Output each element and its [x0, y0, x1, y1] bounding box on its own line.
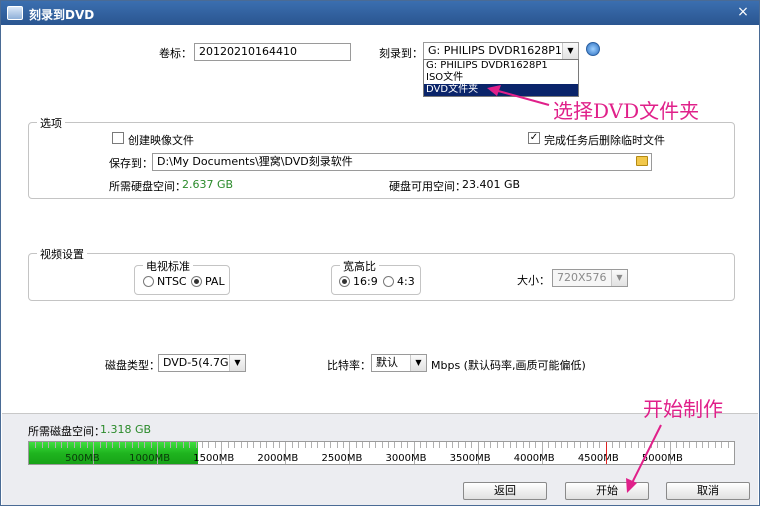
dvd-burn-window: 刻录到DVD × 卷标： 20120210164410 刻录到： G: PHIL…: [0, 0, 760, 506]
arrowhead-dvd-folder: [487, 85, 501, 96]
annotation-arrows: [487, 85, 662, 493]
arrowhead-start: [626, 478, 637, 493]
arrow-to-dvd-folder: [490, 88, 550, 106]
arrow-to-start: [628, 424, 662, 490]
